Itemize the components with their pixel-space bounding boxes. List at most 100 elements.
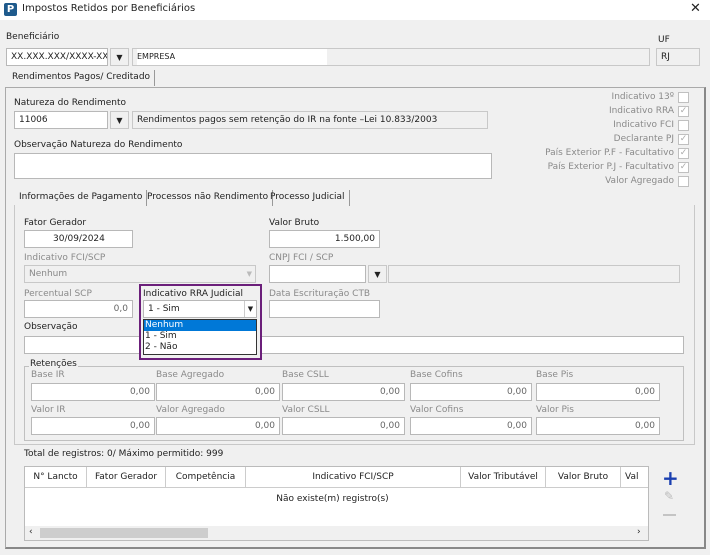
base-label: Base Cofins xyxy=(410,370,463,380)
empresa-field: EMPRESA xyxy=(132,48,650,66)
valor-input[interactable]: 0,00 xyxy=(410,417,532,435)
cnpj-fci-label: CNPJ FCI / SCP xyxy=(269,253,334,263)
natureza-label: Natureza do Rendimento xyxy=(14,98,127,108)
checkbox[interactable]: ✓ xyxy=(678,134,689,145)
fci-label: Indicativo FCI/SCP xyxy=(24,253,106,263)
checkbox-label: Valor Agregado xyxy=(605,176,674,186)
app-icon: P xyxy=(4,3,17,16)
checkbox-label: País Exterior P.J - Facultativo xyxy=(547,162,674,172)
remove-icon[interactable] xyxy=(663,514,676,516)
scroll-left-icon[interactable]: ‹ xyxy=(29,527,33,537)
cnpj-fci-input[interactable] xyxy=(269,265,366,283)
rra-option-nao[interactable]: 2 - Não xyxy=(144,342,256,353)
cnpj-dropdown-button[interactable]: ▼ xyxy=(110,48,129,66)
base-label: Base Pis xyxy=(536,370,574,380)
natureza-code-input[interactable]: 11006 xyxy=(14,111,108,129)
tab-processo-judicial[interactable]: Processo Judicial xyxy=(266,190,350,206)
uf-label: UF xyxy=(658,35,670,45)
horizontal-scrollbar[interactable]: ‹ › xyxy=(25,526,648,540)
empty-message: Não existe(m) registro(s) xyxy=(276,494,389,504)
chevron-down-icon: ▼ xyxy=(246,270,252,278)
rra-option-nenhum[interactable]: Nenhum xyxy=(144,320,256,331)
base-label: Base IR xyxy=(31,370,65,380)
window-title: Impostos Retidos por Beneficiários xyxy=(22,3,196,14)
percentual-label: Percentual SCP xyxy=(24,289,92,299)
base-input[interactable]: 0,00 xyxy=(282,383,405,401)
rra-option-sim[interactable]: 1 - Sim xyxy=(144,331,256,342)
fator-gerador-input[interactable]: 30/09/2024 xyxy=(24,230,133,248)
data-ctb-label: Data Escrituração CTB xyxy=(269,289,371,299)
column-header[interactable]: Indicativo FCI/SCP xyxy=(246,467,461,488)
valor-bruto-label: Valor Bruto xyxy=(269,218,320,228)
scroll-right-icon[interactable]: › xyxy=(637,527,641,537)
base-label: Base CSLL xyxy=(282,370,329,380)
beneficiario-label: Beneficiário xyxy=(6,32,60,42)
close-icon[interactable]: ✕ xyxy=(690,1,701,16)
natureza-dropdown-button[interactable]: ▼ xyxy=(110,111,129,129)
checkbox[interactable]: ✓ xyxy=(678,106,689,117)
checkbox-label: Declarante PJ xyxy=(613,134,674,144)
valor-label: Valor Agregado xyxy=(156,405,225,415)
add-icon[interactable]: + xyxy=(662,466,679,490)
edit-pencil-icon[interactable]: ✎ xyxy=(664,489,674,503)
checkbox-label: Indicativo RRA xyxy=(608,106,674,116)
checkbox[interactable]: ✓ xyxy=(678,162,689,173)
rra-value: 1 - Sim xyxy=(148,304,180,314)
title-bar: P Impostos Retidos por Beneficiários ✕ xyxy=(0,0,710,20)
uf-field: RJ xyxy=(656,48,700,66)
observacao-label: Observação xyxy=(24,322,78,332)
cnpj-input[interactable]: XX.XXX.XXX/XXXX-XX xyxy=(6,48,108,66)
checkbox[interactable] xyxy=(678,92,689,103)
chevron-down-icon: ▼ xyxy=(244,301,256,317)
obs-natureza-textarea[interactable] xyxy=(14,153,492,179)
column-header[interactable]: Competência xyxy=(166,467,246,488)
checkbox[interactable] xyxy=(678,176,689,187)
cnpj-fci-description xyxy=(388,265,680,283)
valor-label: Valor CSLL xyxy=(282,405,330,415)
rra-label: Indicativo RRA Judicial xyxy=(143,289,243,299)
valor-label: Valor Pis xyxy=(536,405,574,415)
valor-input[interactable]: 0,00 xyxy=(282,417,405,435)
column-header[interactable]: N° Lancto xyxy=(25,467,87,488)
fator-gerador-label: Fator Gerador xyxy=(24,218,87,228)
column-header[interactable]: Val xyxy=(621,467,648,488)
fci-value: Nenhum xyxy=(29,269,68,279)
checkbox[interactable] xyxy=(678,120,689,131)
checkbox[interactable]: ✓ xyxy=(678,148,689,159)
base-input[interactable]: 0,00 xyxy=(31,383,155,401)
base-input[interactable]: 0,00 xyxy=(156,383,280,401)
checkbox-label: Indicativo 13º xyxy=(611,92,674,102)
column-header[interactable]: Fator Gerador xyxy=(87,467,166,488)
valor-label: Valor IR xyxy=(31,405,66,415)
natureza-description: Rendimentos pagos sem retenção do IR na … xyxy=(132,111,488,129)
valor-bruto-input[interactable]: 1.500,00 xyxy=(269,230,380,248)
scrollbar-thumb[interactable] xyxy=(40,528,208,538)
obs-natureza-label: Observação Natureza do Rendimento xyxy=(14,140,183,150)
base-input[interactable]: 0,00 xyxy=(410,383,532,401)
checkbox-label: País Exterior P.F - Facultativo xyxy=(545,148,674,158)
rra-dropdown-list: Nenhum 1 - Sim 2 - Não xyxy=(143,319,257,355)
column-header[interactable]: Valor Tributável xyxy=(461,467,546,488)
empresa-text: EMPRESA xyxy=(137,49,327,65)
observacao-input[interactable] xyxy=(24,336,684,354)
tab-informacoes-pagamento[interactable]: Informações de Pagamento xyxy=(15,190,148,206)
checkbox-label: Indicativo FCI xyxy=(613,120,674,130)
tab-rendimentos-pagos[interactable]: Rendimentos Pagos/ Creditado xyxy=(8,70,156,86)
total-registros: Total de registros: 0/ Máximo permitido:… xyxy=(24,449,224,459)
retencoes-label: Retenções xyxy=(29,359,78,369)
tab-processos-nao-rendimento[interactable]: Processos não Rendimento xyxy=(143,190,274,206)
valor-input[interactable]: 0,00 xyxy=(536,417,660,435)
base-input[interactable]: 0,00 xyxy=(536,383,660,401)
fci-select: Nenhum ▼ xyxy=(24,265,256,283)
valor-input[interactable]: 0,00 xyxy=(31,417,155,435)
records-table: N° Lancto Fator Gerador Competência Indicat… xyxy=(24,466,649,541)
column-header[interactable]: Valor Bruto xyxy=(546,467,621,488)
valor-input[interactable]: 0,00 xyxy=(156,417,280,435)
cnpj-fci-dropdown-button[interactable]: ▼ xyxy=(368,265,387,283)
table-header: N° Lancto Fator Gerador Competência Indicat… xyxy=(25,467,648,488)
rra-select[interactable]: 1 - Sim ▼ xyxy=(143,300,257,318)
valor-label: Valor Cofins xyxy=(410,405,464,415)
data-ctb-input[interactable] xyxy=(269,300,380,318)
base-label: Base Agregado xyxy=(156,370,225,380)
percentual-input[interactable]: 0,0 xyxy=(24,300,133,318)
